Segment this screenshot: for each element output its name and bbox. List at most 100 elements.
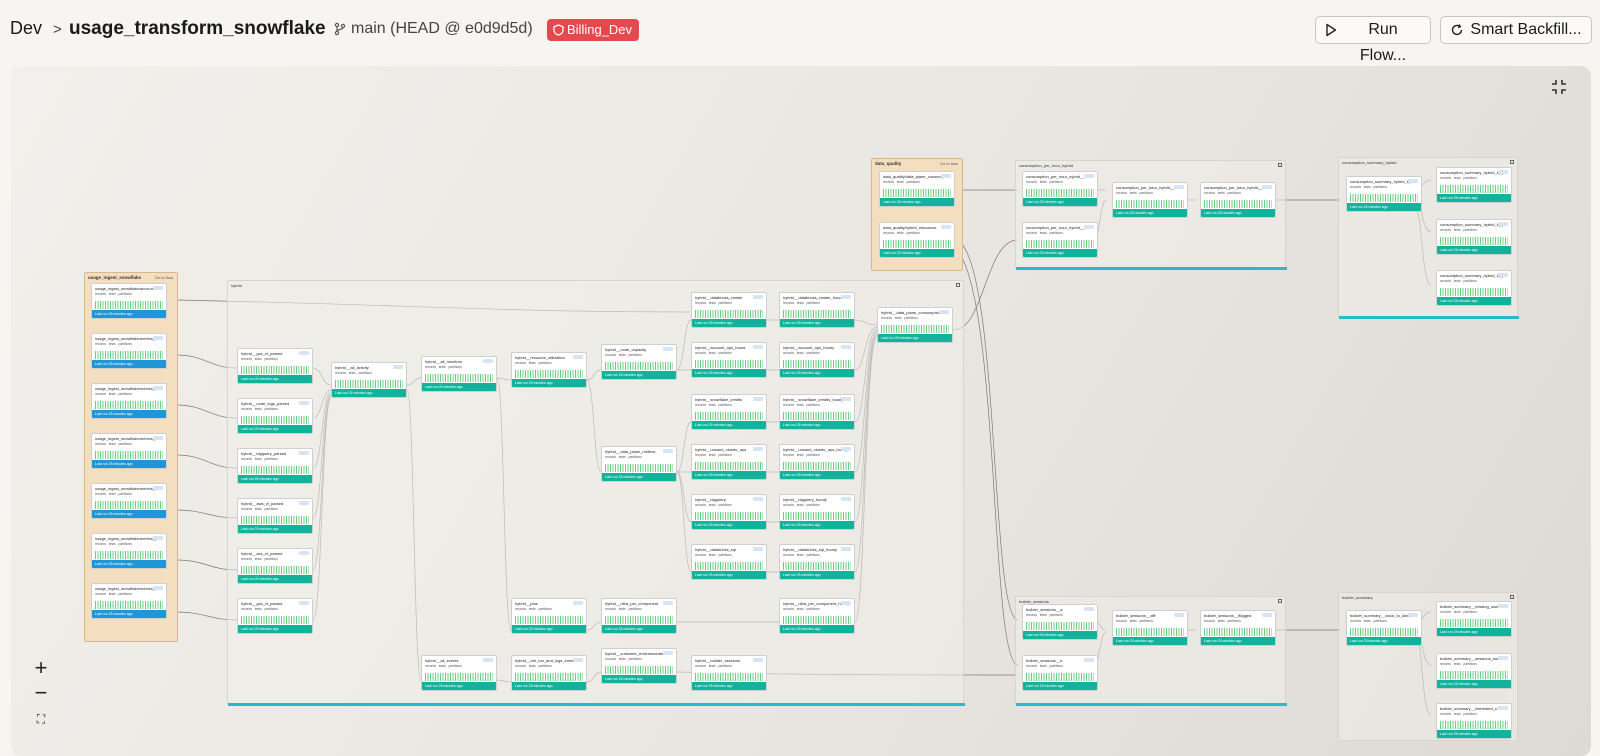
dag-node[interactable]: hybrid__ultra_per_component records tests… bbox=[601, 598, 677, 634]
go-to-flow-link[interactable]: Go to flow bbox=[940, 161, 958, 166]
node-actions-icon[interactable] bbox=[841, 295, 851, 299]
dag-node[interactable]: usage_ingest_snowflake/metrics_p records … bbox=[91, 533, 167, 569]
dag-node[interactable]: hybrid__dot_run_and_logs_events records t… bbox=[511, 655, 587, 691]
node-actions-icon[interactable] bbox=[1408, 613, 1418, 617]
dag-node[interactable]: consumption_summary_hybrid_by records tes… bbox=[1346, 176, 1422, 212]
node-actions-icon[interactable] bbox=[841, 397, 851, 401]
node-actions-icon[interactable] bbox=[153, 436, 163, 440]
node-actions-icon[interactable] bbox=[663, 651, 673, 655]
node-actions-icon[interactable] bbox=[299, 451, 309, 455]
dag-node[interactable]: builder_sessions__a records tests partiti… bbox=[1022, 604, 1098, 640]
dag-node[interactable]: hybrid__unused_cluster_ops records tests … bbox=[691, 444, 767, 480]
dag-node[interactable]: consumption_per_hour_hybrid__a records te… bbox=[1022, 171, 1098, 207]
node-actions-icon[interactable] bbox=[841, 601, 851, 605]
collapse-icon[interactable] bbox=[1278, 163, 1282, 167]
node-actions-icon[interactable] bbox=[841, 547, 851, 551]
node-actions-icon[interactable] bbox=[939, 310, 949, 314]
dag-node[interactable]: consumption_per_hour_hybrid__d records te… bbox=[1112, 182, 1188, 218]
node-actions-icon[interactable] bbox=[841, 447, 851, 451]
dag-node[interactable]: hybrid__all_monitors records tests partit… bbox=[421, 356, 497, 392]
node-actions-icon[interactable] bbox=[153, 536, 163, 540]
node-actions-icon[interactable] bbox=[1498, 604, 1508, 608]
node-actions-icon[interactable] bbox=[753, 295, 763, 299]
dag-node[interactable]: hybrid__all_activity records tests partit… bbox=[331, 362, 407, 398]
dag-node[interactable]: builder_summary__missing_users records te… bbox=[1436, 601, 1512, 637]
dag-node[interactable]: consumption_summary_hybrid_by_c records t… bbox=[1436, 270, 1512, 306]
dag-node[interactable]: hybrid__customer_environments records tes… bbox=[601, 648, 677, 684]
dag-node[interactable]: hybrid__ultra_per_component_hourly record… bbox=[779, 598, 855, 634]
dag-node[interactable]: builder_sessions__b records tests partiti… bbox=[1022, 655, 1098, 691]
collapse-icon[interactable] bbox=[956, 283, 960, 287]
dag-node[interactable]: hybrid__unused_cluster_ops_hourly records… bbox=[779, 444, 855, 480]
node-actions-icon[interactable] bbox=[753, 497, 763, 501]
node-actions-icon[interactable] bbox=[299, 601, 309, 605]
node-actions-icon[interactable] bbox=[753, 547, 763, 551]
collapse-icon[interactable] bbox=[1278, 599, 1282, 603]
node-actions-icon[interactable] bbox=[1498, 273, 1508, 277]
node-actions-icon[interactable] bbox=[299, 501, 309, 505]
dag-node[interactable]: hybrid__gcs_vt_parsed records tests parti… bbox=[237, 598, 313, 634]
dag-node[interactable]: consumption_summary_hybrid_by_b records t… bbox=[1436, 219, 1512, 255]
node-actions-icon[interactable] bbox=[483, 359, 493, 363]
zoom-in-icon[interactable]: + bbox=[28, 655, 54, 681]
node-actions-icon[interactable] bbox=[393, 365, 403, 369]
node-actions-icon[interactable] bbox=[1498, 222, 1508, 226]
dag-node[interactable]: hybrid__jobs records tests partitions Last… bbox=[511, 598, 587, 634]
dag-node[interactable]: builder_summary__clock_to_date records te… bbox=[1346, 610, 1422, 646]
node-actions-icon[interactable] bbox=[663, 449, 673, 453]
dag-node[interactable]: hybrid__resource_utilization records test… bbox=[511, 352, 587, 388]
node-actions-icon[interactable] bbox=[1084, 225, 1094, 229]
node-actions-icon[interactable] bbox=[1084, 607, 1094, 611]
node-actions-icon[interactable] bbox=[753, 345, 763, 349]
dag-node[interactable]: hybrid__account_ops_hourly records tests … bbox=[779, 342, 855, 378]
dag-node[interactable]: usage_ingest_snowflake/metrics_l records … bbox=[91, 383, 167, 419]
node-actions-icon[interactable] bbox=[753, 397, 763, 401]
collapse-icon[interactable] bbox=[1510, 160, 1514, 164]
dag-node[interactable]: hybrid__azs_vt_parsed records tests parti… bbox=[237, 548, 313, 584]
node-actions-icon[interactable] bbox=[1408, 179, 1418, 183]
node-actions-icon[interactable] bbox=[941, 174, 951, 178]
node-actions-icon[interactable] bbox=[841, 345, 851, 349]
node-actions-icon[interactable] bbox=[753, 658, 763, 662]
dag-node[interactable]: usage_ingest_snowflake/metrics_s records … bbox=[91, 333, 167, 369]
node-actions-icon[interactable] bbox=[299, 551, 309, 555]
node-actions-icon[interactable] bbox=[1084, 174, 1094, 178]
node-actions-icon[interactable] bbox=[299, 351, 309, 355]
node-actions-icon[interactable] bbox=[663, 347, 673, 351]
node-actions-icon[interactable] bbox=[299, 401, 309, 405]
node-actions-icon[interactable] bbox=[1262, 185, 1272, 189]
node-actions-icon[interactable] bbox=[573, 601, 583, 605]
node-actions-icon[interactable] bbox=[1262, 613, 1272, 617]
collapse-fullscreen-icon[interactable] bbox=[1550, 78, 1568, 96]
node-actions-icon[interactable] bbox=[483, 658, 493, 662]
dag-node[interactable]: hybrid__data_plane_consumption records te… bbox=[877, 307, 953, 343]
node-actions-icon[interactable] bbox=[153, 386, 163, 390]
node-actions-icon[interactable] bbox=[573, 355, 583, 359]
node-actions-icon[interactable] bbox=[941, 225, 951, 229]
go-to-flow-link[interactable]: Go to flow bbox=[155, 275, 173, 280]
node-actions-icon[interactable] bbox=[1174, 185, 1184, 189]
dag-node[interactable]: hybrid__node_capacity records tests parti… bbox=[601, 344, 677, 380]
dag-node[interactable]: builder_sessions__flagged records tests p… bbox=[1200, 610, 1276, 646]
node-actions-icon[interactable] bbox=[841, 497, 851, 501]
dag-node[interactable]: hybrid__gcs_vt_parsed records tests parti… bbox=[237, 348, 313, 384]
dag-node[interactable]: hybrid__databricks_cluster_hours records … bbox=[779, 292, 855, 328]
dag-node[interactable]: hybrid__data_plane_metrics records tests … bbox=[601, 446, 677, 482]
dag-node[interactable]: usage_ingest_snowflake/metrics_d records … bbox=[91, 583, 167, 619]
dag-node[interactable]: hybrid__node_logs_parsed records tests pa… bbox=[237, 398, 313, 434]
zoom-out-icon[interactable]: − bbox=[28, 680, 54, 706]
dag-node[interactable]: hybrid__bigquery_hourly records tests par… bbox=[779, 494, 855, 530]
node-actions-icon[interactable] bbox=[153, 486, 163, 490]
node-actions-icon[interactable] bbox=[153, 586, 163, 590]
dag-node[interactable]: builder_summary__sessions_summ records te… bbox=[1436, 653, 1512, 689]
node-actions-icon[interactable] bbox=[153, 336, 163, 340]
dag-node[interactable]: builder_sessions__diff records tests part… bbox=[1112, 610, 1188, 646]
dag-node[interactable]: data_quality/data_plane_consump records t… bbox=[879, 171, 955, 207]
dag-node[interactable]: hybrid__bigquery_parsed records tests par… bbox=[237, 448, 313, 484]
node-actions-icon[interactable] bbox=[1498, 656, 1508, 660]
collapse-icon[interactable] bbox=[1510, 595, 1514, 599]
dag-node[interactable]: consumption_per_hour_hybrid__f records te… bbox=[1200, 182, 1276, 218]
fit-view-icon[interactable]: ⛶ bbox=[28, 706, 54, 732]
dag-node[interactable]: data_quality/hybrid_resources records tes… bbox=[879, 222, 955, 258]
dag-node[interactable]: hybrid__snowflake_credits records tests p… bbox=[691, 394, 767, 430]
